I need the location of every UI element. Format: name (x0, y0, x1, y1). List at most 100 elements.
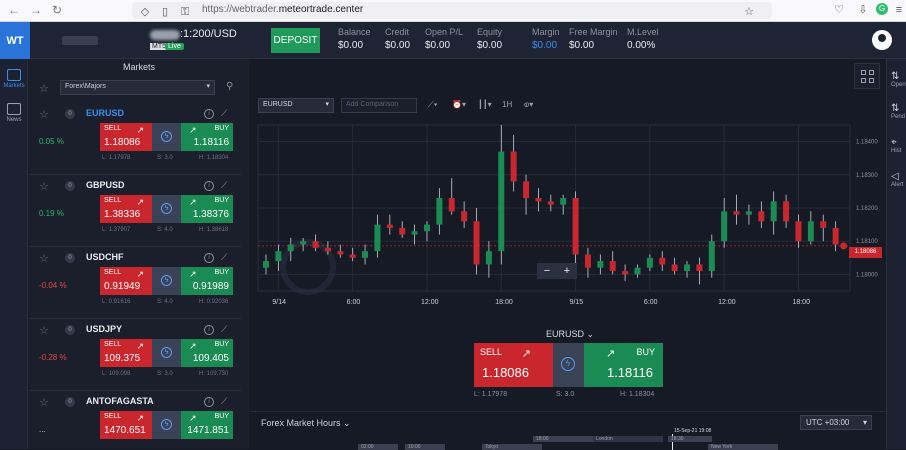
reload-icon[interactable]: ↻ (52, 3, 62, 17)
chart-symbol-select[interactable]: EURUSD (258, 98, 334, 113)
favorite-star-icon[interactable]: ☆ (39, 180, 49, 193)
row-sell-button[interactable]: SELL ↗ 0.91949 (100, 267, 152, 295)
extension-icon[interactable]: G (876, 3, 888, 15)
info-icon[interactable]: i (204, 181, 214, 191)
row-buy-button[interactable]: BUY ↗ 1471.851 (181, 411, 233, 439)
one-click-trading-toggle[interactable]: ϟ (553, 343, 584, 387)
arrow-up-right-icon: ↗ (189, 269, 197, 279)
candles-icon[interactable]: ┃┃▾ (478, 100, 492, 109)
sell-button[interactable]: SELL ↗ 1.18086 (474, 343, 553, 387)
session-start: 10:00 (405, 444, 445, 450)
rail-item-alerts[interactable]: ◁ Alert (891, 171, 903, 188)
row-sell-button[interactable]: SELL ↗ 1470.651 (100, 411, 152, 439)
one-click-toggle[interactable]: ϟ (152, 339, 181, 367)
timezone-select[interactable]: UTC +03:00 (800, 415, 872, 430)
add-comparison-input[interactable]: Add Comparison (341, 98, 417, 113)
user-avatar-icon[interactable] (872, 30, 892, 50)
sell-price: 1.38336 (104, 209, 141, 220)
rail-item-history[interactable]: ⌖ Hist (891, 137, 901, 154)
one-click-toggle[interactable]: ϟ (152, 195, 181, 223)
info-icon[interactable]: i (204, 325, 214, 335)
row-sell-button[interactable]: SELL ↗ 109.375 (100, 339, 152, 367)
info-icon[interactable]: i (204, 397, 214, 407)
one-click-toggle[interactable]: ϟ (152, 267, 181, 295)
timeframe-select[interactable]: 1H (502, 100, 512, 109)
market-symbol[interactable]: EURUSD (86, 108, 124, 118)
menu-icon[interactable]: ≡ (892, 3, 906, 17)
search-icon[interactable]: ⚲ (226, 81, 233, 92)
buy-button[interactable]: BUY ↗ 1.18116 (584, 343, 663, 387)
rail-item-news[interactable]: News (0, 103, 28, 123)
forex-hours-title[interactable]: Forex Market Hours ⌄ (261, 418, 351, 429)
live-badge: Live (165, 43, 184, 50)
row-high: H: 0.92036 (199, 299, 229, 305)
rail-item-pending[interactable]: ⇅ Pend (891, 103, 905, 120)
chart-type-line-icon[interactable]: ⟋▾ (428, 100, 438, 110)
market-symbol[interactable]: GBPUSD (86, 180, 125, 190)
info-icon[interactable]: i (204, 109, 214, 119)
favorite-star-icon[interactable]: ☆ (39, 324, 49, 337)
pocket-icon[interactable]: ♡ (832, 3, 846, 17)
address-bar[interactable]: ◇ ▯ ⚿ https://webtrader.meteortrade.cent… (132, 2, 772, 19)
mini-chart-icon[interactable]: ⟋ (221, 396, 227, 407)
market-symbol[interactable]: ANTOFAGASTA (86, 396, 154, 406)
favorites-star-icon[interactable]: ☆ (39, 82, 49, 95)
session-label-time: 18:30 (668, 436, 712, 442)
info-icon[interactable]: i (204, 253, 214, 263)
sell-price: 1470.651 (104, 425, 146, 436)
chart-panel: EURUSD Add Comparison ⟋▾ ⏰▾ ┃┃▾ 1H ⱷ▾ 1.… (250, 59, 886, 450)
alarm-clock-icon[interactable]: ⏰▾ (452, 100, 466, 109)
stat-label: M.Level (627, 27, 659, 37)
shield-icon[interactable]: ◇ (138, 5, 152, 19)
row-sell-button[interactable]: SELL ↗ 1.18086 (100, 123, 152, 151)
favorite-star-icon[interactable]: ☆ (39, 108, 49, 121)
candle-body (461, 211, 468, 222)
mini-chart-icon[interactable]: ⟋ (221, 252, 227, 263)
trade-symbol[interactable]: EURUSD ⌄ (546, 329, 594, 340)
session-new-york: New York (708, 444, 778, 450)
mini-chart-icon[interactable]: ⟋ (221, 108, 227, 119)
download-icon[interactable]: ⇩ (856, 3, 870, 17)
zoom-in-button[interactable]: + (557, 263, 577, 279)
layout-grid-icon[interactable] (854, 63, 880, 89)
market-row-gbpusd[interactable]: ☆ 0 GBPUSD i ⟋ 0.19 % SELL ↗ 1.38336 ϟ BUY ↗ 1.38376… (29, 175, 241, 247)
deposit-button[interactable]: DEPOSIT (271, 28, 320, 53)
one-click-toggle[interactable]: ϟ (152, 123, 181, 151)
row-buy-button[interactable]: BUY ↗ 1.38376 (181, 195, 233, 223)
back-icon[interactable]: ← (8, 3, 20, 17)
rail-label: Markets (3, 83, 25, 89)
market-symbol[interactable]: USDCHF (86, 252, 124, 262)
market-symbol[interactable]: USDJPY (86, 324, 122, 334)
lightning-icon: ϟ (161, 347, 172, 358)
favorite-star-icon[interactable]: ☆ (39, 396, 49, 409)
zoom-out-button[interactable]: − (537, 263, 557, 279)
key-icon[interactable]: ⚿ (178, 5, 192, 19)
broker-logo (62, 36, 98, 45)
row-sell-button[interactable]: SELL ↗ 1.38336 (100, 195, 152, 223)
x-tick-label: 12:00 (421, 299, 439, 306)
indicators-icon[interactable]: ⱷ▾ (524, 100, 533, 109)
rail-item-open-positions[interactable]: ⇅ Open (891, 71, 906, 88)
row-buy-button[interactable]: BUY ↗ 109.405 (181, 339, 233, 367)
lock-icon[interactable]: ▯ (158, 5, 172, 19)
row-buy-button[interactable]: BUY ↗ 1.18116 (181, 123, 233, 151)
row-buy-button[interactable]: BUY ↗ 0.91989 (181, 267, 233, 295)
market-row-usdjpy[interactable]: ☆ 0 USDJPY i ⟋ -0.28 % SELL ↗ 109.375 ϟ BUY ↗ 109.40… (29, 319, 241, 391)
forward-icon[interactable]: → (30, 3, 42, 17)
url-text[interactable]: https://webtrader.meteortrade.center (202, 4, 363, 15)
rail-item-markets[interactable]: Markets (0, 69, 28, 89)
market-row-usdchf[interactable]: ☆ 0 USDCHF i ⟋ -0.04 % SELL ↗ 0.91949 ϟ BUY ↗ 0.9198… (29, 247, 241, 319)
market-row-antofagasta[interactable]: ☆ 0 ANTOFAGASTA i ⟋... SELL ↗ 1470.651 ϟ BUY ↗ 1471… (29, 391, 241, 449)
account-number[interactable]: :1:200/USD (180, 28, 237, 40)
bookmark-star-icon[interactable]: ☆ (742, 5, 756, 19)
mini-chart-icon[interactable]: ⟋ (221, 180, 227, 191)
market-group-select[interactable]: Forex\Majors (60, 80, 215, 95)
favorite-star-icon[interactable]: ☆ (39, 252, 49, 265)
one-click-toggle[interactable]: ϟ (152, 411, 181, 439)
market-row-eurusd[interactable]: ☆ 0 EURUSD i ⟋ 0.05 % SELL ↗ 1.18086 ϟ BUY ↗ 1.18116… (29, 103, 241, 175)
session-london: London (593, 436, 663, 442)
buy-label: BUY (214, 125, 229, 132)
candle-body (584, 254, 591, 268)
mini-chart-icon[interactable]: ⟋ (221, 324, 227, 335)
price-chart[interactable]: 1.18400 1.18300 1.18200 1.18100 1.18000 9/14 6… (250, 119, 886, 309)
